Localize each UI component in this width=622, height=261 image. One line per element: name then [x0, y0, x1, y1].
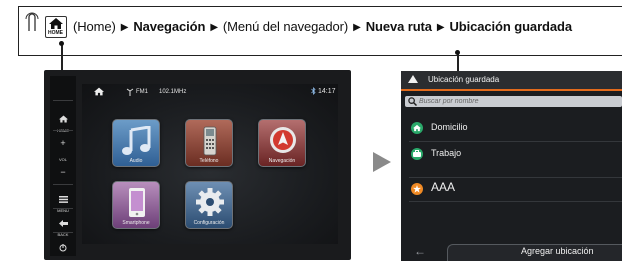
- gear-icon: [196, 188, 224, 216]
- clock: 14:17: [318, 88, 336, 95]
- breadcrumb-step-nueva-ruta: Nueva ruta: [365, 19, 432, 34]
- transition-arrow: [373, 152, 391, 172]
- home-icon[interactable]: [94, 87, 104, 96]
- radio-frequency: 102.1MHz: [159, 89, 187, 95]
- home-location-icon: [411, 122, 423, 134]
- audio-label: Audio: [129, 158, 143, 164]
- divider: [53, 184, 73, 185]
- search-icon: [408, 97, 417, 106]
- touch-finger-icon: [25, 12, 39, 31]
- callout-dot-home: [59, 41, 64, 46]
- screen-header: Ubicación guardada: [401, 71, 622, 89]
- minus-label: −: [60, 167, 66, 177]
- side-button-strip: HOME + VOL − MENU BACK: [50, 76, 76, 256]
- breadcrumb-separator: ▶: [210, 22, 218, 33]
- menu-icon: [58, 196, 68, 203]
- list-item-label: AAA: [431, 180, 456, 194]
- divider: [409, 201, 622, 202]
- breadcrumb: HOME (Home) ▶ Navegación ▶ (Menú del navegad…: [18, 6, 622, 56]
- volume-down-button[interactable]: −: [52, 167, 74, 177]
- power-icon: [59, 244, 67, 252]
- divider: [53, 208, 73, 209]
- smartphone-label: Smartphone: [122, 220, 150, 226]
- phone-icon: [203, 126, 217, 156]
- search-bar[interactable]: [405, 96, 622, 107]
- breadcrumb-separator: ▶: [120, 22, 129, 33]
- navigation-label: Navegación: [268, 158, 296, 164]
- radio-band: FM1: [136, 89, 148, 95]
- plus-label: +: [60, 138, 66, 148]
- home-screen: FM1 102.1MHz 14:17 Audio Teléfono Navega…: [82, 84, 338, 244]
- bluetooth-icon: [311, 87, 316, 95]
- phone-app-button[interactable]: Teléfono: [185, 119, 233, 167]
- home-badge-label: HOME: [48, 30, 63, 36]
- screen-title: Ubicación guardada: [428, 75, 500, 84]
- phone-label: Teléfono: [199, 158, 219, 164]
- home-icon: [58, 115, 68, 123]
- power-side-button[interactable]: [52, 239, 74, 257]
- volume-label: VOL: [52, 157, 74, 162]
- breadcrumb-separator: ▶: [353, 22, 361, 33]
- divider: [53, 100, 73, 101]
- saved-location-screen: Ubicación guardada Domicilio Trabajo AAA…: [401, 71, 622, 261]
- add-location-button[interactable]: Agregar ubicación: [521, 246, 594, 256]
- breadcrumb-step-navegacion: Navegación: [133, 19, 206, 34]
- back-arrow-icon[interactable]: ←: [414, 244, 426, 258]
- briefcase-icon: [411, 148, 423, 160]
- music-note-icon: [122, 126, 151, 155]
- header-accent-bar: [401, 89, 622, 91]
- navigation-app-button[interactable]: Navegación: [258, 119, 306, 167]
- home-icon: [49, 18, 63, 29]
- list-item-trabajo[interactable]: Trabajo: [401, 145, 622, 178]
- divider: [53, 232, 73, 233]
- chevron-up-icon[interactable]: [408, 75, 418, 83]
- breadcrumb-separator: ▶: [436, 22, 445, 33]
- star-icon: [411, 183, 423, 195]
- breadcrumb-step-menu: (Menú del navegador): [222, 19, 349, 34]
- audio-app-button[interactable]: Audio: [112, 119, 160, 167]
- back-arrow-icon: [58, 220, 68, 227]
- smartphone-icon: [129, 188, 145, 217]
- settings-app-button[interactable]: Configuración: [185, 181, 233, 229]
- breadcrumb-home: (Home): [73, 19, 116, 34]
- breadcrumb-path: (Home) ▶ Navegación ▶ (Menú del navegador) ▶ N…: [73, 18, 572, 38]
- divider: [409, 141, 622, 142]
- list-item-domicilio[interactable]: Domicilio: [401, 119, 622, 142]
- callout-dot-nav: [455, 50, 460, 55]
- settings-label: Configuración: [193, 220, 225, 226]
- list-item-aaa[interactable]: AAA: [401, 179, 622, 202]
- bottom-bar: ← Agregar ubicación: [401, 241, 622, 261]
- search-input[interactable]: [419, 96, 609, 107]
- home-button-badge: HOME: [45, 16, 67, 38]
- divider: [53, 130, 73, 131]
- antenna-icon: [126, 88, 134, 96]
- list-item-label: Domicilio: [431, 122, 468, 132]
- vol-label: VOL: [58, 157, 67, 162]
- navigation-compass-icon: [270, 127, 296, 153]
- status-bar: FM1 102.1MHz 14:17: [82, 84, 338, 100]
- list-item-label: Trabajo: [431, 148, 462, 158]
- divider: [409, 177, 622, 178]
- breadcrumb-step-ubicacion: Ubicación guardada: [449, 19, 573, 34]
- smartphone-app-button[interactable]: Smartphone: [112, 181, 160, 229]
- menu-side-button[interactable]: MENU: [52, 190, 74, 213]
- back-side-button[interactable]: BACK: [52, 214, 74, 237]
- volume-up-button[interactable]: +: [52, 138, 74, 148]
